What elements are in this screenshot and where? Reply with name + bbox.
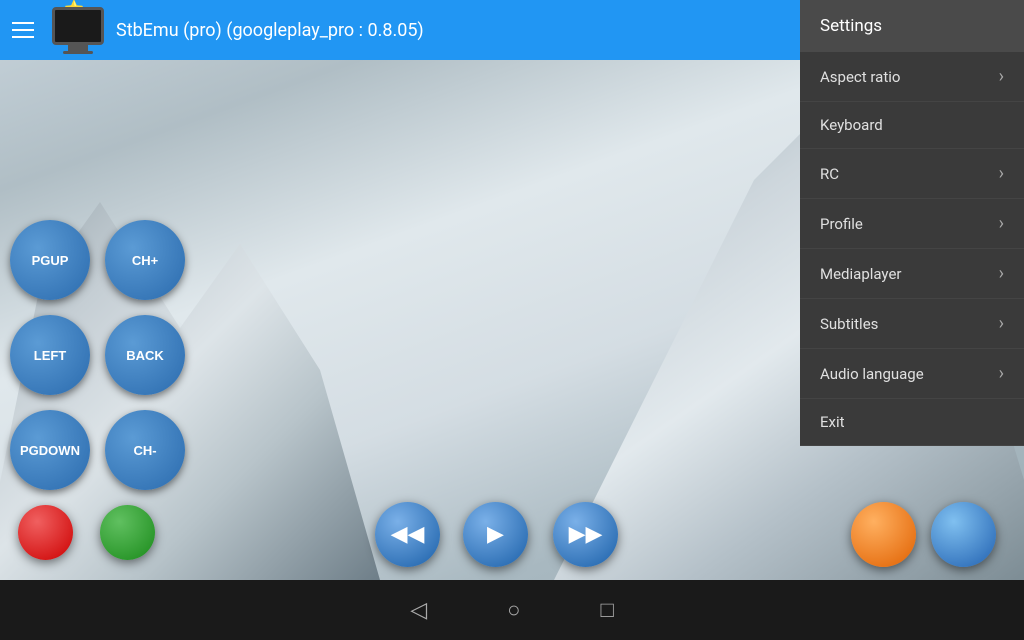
- tv-screen: [52, 7, 104, 45]
- topbar: ⭐ StbEmu (pro) (googleplay_pro : 0.8.05): [0, 0, 800, 60]
- menu-item-exit[interactable]: Exit: [800, 399, 1024, 446]
- home-nav-button[interactable]: ○: [507, 597, 520, 623]
- settings-header: Settings: [800, 0, 1024, 52]
- menu-item-label: Exit: [820, 413, 845, 431]
- tv-stand: [68, 45, 88, 51]
- back-nav-button[interactable]: ◁: [410, 598, 427, 623]
- pgup-button[interactable]: PGUP: [10, 220, 90, 300]
- menu-item-label: Keyboard: [820, 116, 883, 134]
- menu-item-label: Aspect ratio: [820, 68, 900, 86]
- menu-item-profile[interactable]: Profile ›: [800, 199, 1024, 249]
- orange-button[interactable]: [851, 502, 916, 567]
- recent-nav-button[interactable]: □: [600, 597, 613, 623]
- menu-item-label: Mediaplayer: [820, 265, 901, 283]
- tv-base: [63, 51, 93, 54]
- menu-item-audio-language[interactable]: Audio language ›: [800, 349, 1024, 399]
- menu-item-aspect-ratio[interactable]: Aspect ratio ›: [800, 52, 1024, 102]
- rewind-icon: ◀◀: [391, 522, 425, 547]
- pgdown-button[interactable]: PGDOWN: [10, 410, 90, 490]
- ch-minus-button[interactable]: CH-: [105, 410, 185, 490]
- ch-plus-button[interactable]: CH+: [105, 220, 185, 300]
- menu-item-mediaplayer[interactable]: Mediaplayer ›: [800, 249, 1024, 299]
- rewind-button[interactable]: ◀◀: [375, 502, 440, 567]
- chevron-right-icon: ›: [999, 213, 1004, 234]
- menu-item-keyboard[interactable]: Keyboard: [800, 102, 1024, 149]
- left-button[interactable]: LEFT: [10, 315, 90, 395]
- red-button[interactable]: [18, 505, 73, 560]
- chevron-right-icon: ›: [999, 313, 1004, 334]
- play-icon: ▶: [487, 522, 504, 547]
- forward-icon: ▶▶: [569, 522, 603, 547]
- forward-button[interactable]: ▶▶: [553, 502, 618, 567]
- tv-icon: ⭐: [52, 7, 104, 54]
- menu-item-rc[interactable]: RC ›: [800, 149, 1024, 199]
- menu-icon[interactable]: [12, 15, 42, 45]
- menu-item-subtitles[interactable]: Subtitles ›: [800, 299, 1024, 349]
- menu-item-label: Audio language: [820, 365, 924, 383]
- play-button[interactable]: ▶: [463, 502, 528, 567]
- settings-menu: Settings Aspect ratio › Keyboard RC › Pr…: [800, 0, 1024, 446]
- chevron-right-icon: ›: [999, 363, 1004, 384]
- green-button[interactable]: [100, 505, 155, 560]
- back-button[interactable]: BACK: [105, 315, 185, 395]
- menu-item-label: Subtitles: [820, 315, 878, 333]
- chevron-right-icon: ›: [999, 163, 1004, 184]
- bottom-bar: ◁ ○ □: [0, 580, 1024, 640]
- light-blue-button[interactable]: [931, 502, 996, 567]
- chevron-right-icon: ›: [999, 263, 1004, 284]
- chevron-right-icon: ›: [999, 66, 1004, 87]
- menu-item-label: RC: [820, 165, 839, 183]
- app-title: StbEmu (pro) (googleplay_pro : 0.8.05): [116, 20, 424, 41]
- menu-item-label: Profile: [820, 215, 863, 233]
